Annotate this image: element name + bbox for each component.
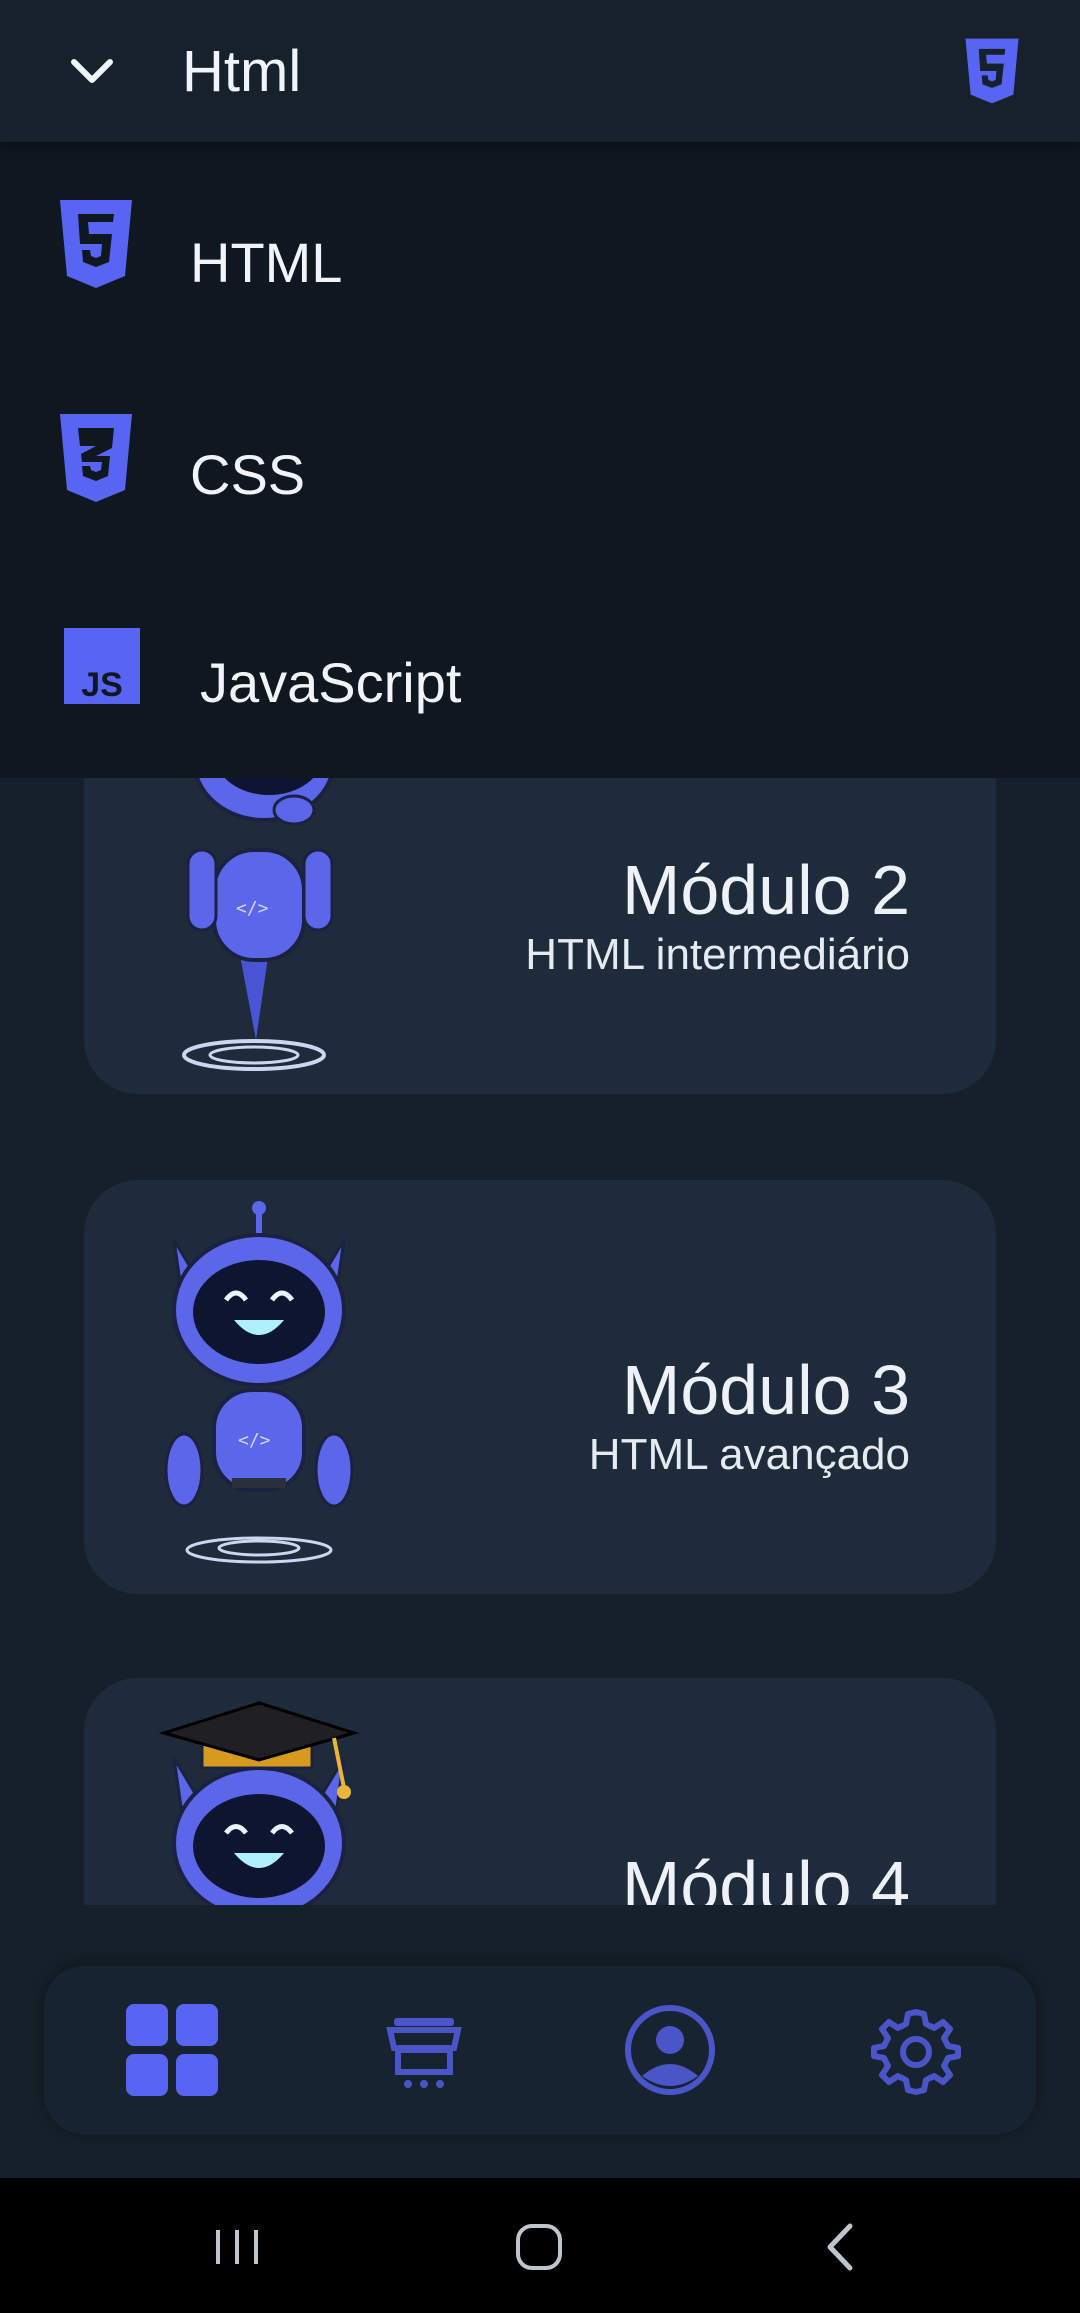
svg-text:JS: JS: [81, 666, 123, 704]
bottom-navigation: [44, 1966, 1036, 2134]
back-icon[interactable]: [806, 2212, 876, 2282]
module-title: Módulo 4: [622, 1847, 910, 1905]
svg-text:</>: </>: [238, 1430, 271, 1451]
module-subtitle: HTML intermediário: [525, 930, 910, 979]
module-card-4[interactable]: Módulo 4: [84, 1678, 996, 1905]
dropdown-item-css[interactable]: CSS: [0, 354, 1080, 566]
dropdown-item-label: HTML: [190, 231, 343, 294]
settings-icon[interactable]: [866, 2000, 966, 2100]
system-navigation-bar: [0, 2178, 1080, 2313]
app-screen: </> Módulo 2 HTML intermediário </> Módu…: [0, 0, 1080, 2313]
robot-graduate-icon: [158, 1701, 360, 1905]
html5-icon: [60, 200, 132, 288]
selected-language-title[interactable]: Html: [182, 38, 301, 105]
module-card-3[interactable]: </> Módulo 3 HTML avançado: [84, 1180, 996, 1594]
robot-happy-icon: </>: [164, 1201, 354, 1564]
dropdown-item-javascript[interactable]: JS JavaScript: [0, 566, 1080, 778]
js-icon: JS: [64, 628, 140, 704]
html5-icon: [965, 38, 1019, 104]
module-subtitle: HTML avançado: [588, 1430, 910, 1479]
store-icon[interactable]: [374, 2000, 474, 2100]
dashboard-icon[interactable]: [122, 2000, 222, 2100]
dropdown-item-label: CSS: [190, 443, 306, 506]
svg-text:</>: </>: [236, 898, 269, 919]
language-dropdown: HTML CSS JS JavaScript: [0, 142, 1080, 778]
css3-icon: [60, 414, 132, 502]
module-title: Módulo 3: [622, 1351, 910, 1429]
home-icon[interactable]: [504, 2212, 574, 2282]
dropdown-item-label: JavaScript: [200, 651, 462, 714]
profile-icon[interactable]: [620, 2000, 720, 2100]
top-app-bar: Html: [0, 0, 1080, 142]
chevron-down-icon[interactable]: [68, 52, 116, 92]
recent-apps-icon[interactable]: [202, 2212, 272, 2282]
module-title: Módulo 2: [622, 851, 910, 929]
dropdown-item-html[interactable]: HTML: [0, 142, 1080, 354]
